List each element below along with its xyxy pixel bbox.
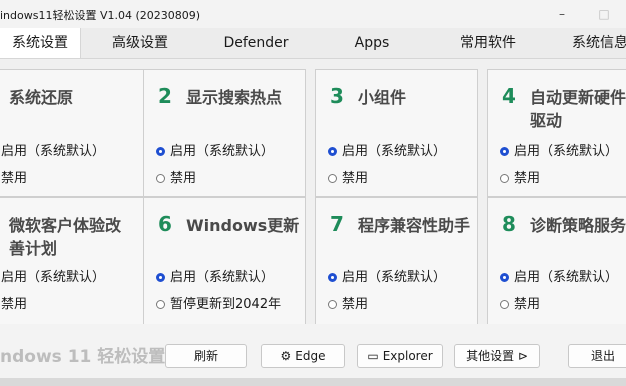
option-label: 暂停更新到2042年: [170, 297, 282, 312]
option-label: 禁用: [170, 171, 197, 186]
radio-unselected-icon: [328, 300, 337, 309]
option-label: 启用（系统默认）: [342, 144, 447, 159]
card-title: 显示搜索热点: [186, 88, 283, 107]
card-title: Windows更新: [186, 216, 300, 235]
option-label: 禁用: [1, 297, 28, 312]
maximize-button[interactable]: □: [590, 4, 618, 24]
option-disable[interactable]: 禁用: [328, 167, 368, 186]
refresh-button[interactable]: 刷新: [165, 344, 247, 368]
option-label: 启用（系统默认）: [514, 144, 619, 159]
option-label: 启用（系统默认）: [1, 270, 106, 285]
option-pause-updates[interactable]: 暂停更新到2042年: [156, 293, 281, 312]
option-label: 禁用: [342, 171, 369, 186]
card-number: 2: [158, 84, 172, 108]
edge-label: Edge: [295, 349, 326, 363]
option-enable[interactable]: 启用（系统默认）: [328, 266, 446, 285]
radio-selected-icon: [500, 273, 509, 282]
radio-unselected-icon: [500, 174, 509, 183]
card-title: 小组件: [358, 88, 407, 107]
option-label: 禁用: [514, 171, 541, 186]
other-settings-button[interactable]: 其他设置 ⊳: [454, 344, 540, 368]
option-enable[interactable]: 启用（系统默认）: [500, 266, 618, 285]
card-number: 8: [502, 212, 516, 236]
card-number: 4: [502, 84, 516, 108]
gear-icon: ⚙: [280, 349, 292, 363]
exit-button[interactable]: 退出: [568, 344, 626, 368]
card-number: 3: [330, 84, 344, 108]
option-disable[interactable]: 禁用: [1, 293, 27, 312]
settings-grid: 系统还原 启用（系统默认） 禁用 2 显示搜索热点 启用（系统默认） 禁用 3 …: [0, 59, 626, 325]
tab-bar: 系统设置 高级设置 Defender Apps 常用软件 系统信息: [0, 28, 626, 59]
card-number: 7: [330, 212, 344, 236]
option-label: 启用（系统默认）: [170, 270, 275, 285]
option-enable[interactable]: 启用（系统默认）: [328, 140, 446, 159]
card-title: 系统还原: [9, 88, 74, 107]
card-ceip: 微软客户体验改善计划 启用（系统默认） 禁用: [0, 197, 153, 325]
card-system-restore: 系统还原 启用（系统默认） 禁用: [0, 69, 153, 197]
tab-defender[interactable]: Defender: [198, 28, 314, 58]
radio-selected-icon: [500, 147, 509, 156]
bottom-toolbar: ndows 11 轻松设置 刷新 ⚙ Edge ▭ Explorer 其他设置 ⊳ …: [0, 324, 626, 386]
card-title: 程序兼容性助手: [358, 216, 471, 235]
option-label: 禁用: [1, 171, 28, 186]
horizontal-scrollbar[interactable]: [0, 378, 626, 386]
radio-selected-icon: [328, 273, 337, 282]
option-disable[interactable]: 禁用: [500, 293, 540, 312]
radio-selected-icon: [328, 147, 337, 156]
card-title: 诊断策略服务: [530, 216, 626, 235]
card-title: 自动更新硬件驱动: [530, 88, 626, 130]
tab-advanced-settings[interactable]: 高级设置: [82, 28, 198, 58]
tab-system-info[interactable]: 系统信息: [560, 28, 626, 58]
radio-selected-icon: [156, 273, 165, 282]
title-bar: indows11轻松设置 V1.04 (20230809) – □: [0, 0, 626, 28]
explorer-label: Explorer: [382, 349, 433, 363]
radio-selected-icon: [156, 147, 165, 156]
option-disable[interactable]: 禁用: [1, 167, 27, 186]
folder-icon: ▭: [367, 349, 379, 363]
card-diagnostic-policy: 8 诊断策略服务 启用（系统默认） 禁用: [487, 197, 626, 325]
radio-unselected-icon: [156, 300, 165, 309]
card-widgets: 3 小组件 启用（系统默认） 禁用: [315, 69, 478, 197]
edge-button[interactable]: ⚙ Edge: [261, 344, 345, 368]
brand-label: ndows 11 轻松设置: [0, 347, 166, 367]
tab-system-settings[interactable]: 系统设置: [0, 28, 81, 58]
card-number: 6: [158, 212, 172, 236]
radio-unselected-icon: [328, 174, 337, 183]
tab-apps[interactable]: Apps: [314, 28, 430, 58]
option-label: 启用（系统默认）: [170, 144, 275, 159]
minimize-button[interactable]: –: [548, 4, 576, 24]
option-label: 禁用: [514, 297, 541, 312]
radio-unselected-icon: [156, 174, 165, 183]
option-label: 启用（系统默认）: [514, 270, 619, 285]
card-search-highlights: 2 显示搜索热点 启用（系统默认） 禁用: [143, 69, 306, 197]
card-windows-update: 6 Windows更新 启用（系统默认） 暂停更新到2042年: [143, 197, 306, 325]
card-driver-updates: 4 自动更新硬件驱动 启用（系统默认） 禁用: [487, 69, 626, 197]
option-enable[interactable]: 启用（系统默认）: [1, 266, 105, 285]
card-compat-assistant: 7 程序兼容性助手 启用（系统默认） 禁用: [315, 197, 478, 325]
option-disable[interactable]: 禁用: [500, 167, 540, 186]
option-label: 启用（系统默认）: [1, 144, 106, 159]
option-enable[interactable]: 启用（系统默认）: [156, 140, 274, 159]
option-enable[interactable]: 启用（系统默认）: [1, 140, 105, 159]
option-disable[interactable]: 禁用: [328, 293, 368, 312]
option-label: 启用（系统默认）: [342, 270, 447, 285]
radio-unselected-icon: [500, 300, 509, 309]
option-disable[interactable]: 禁用: [156, 167, 196, 186]
tab-common-software[interactable]: 常用软件: [430, 28, 546, 58]
option-enable[interactable]: 启用（系统默认）: [500, 140, 618, 159]
option-label: 禁用: [342, 297, 369, 312]
explorer-button[interactable]: ▭ Explorer: [357, 344, 443, 368]
card-title: 微软客户体验改善计划: [9, 216, 122, 258]
window-title: indows11轻松设置 V1.04 (20230809): [0, 9, 201, 22]
option-enable[interactable]: 启用（系统默认）: [156, 266, 274, 285]
